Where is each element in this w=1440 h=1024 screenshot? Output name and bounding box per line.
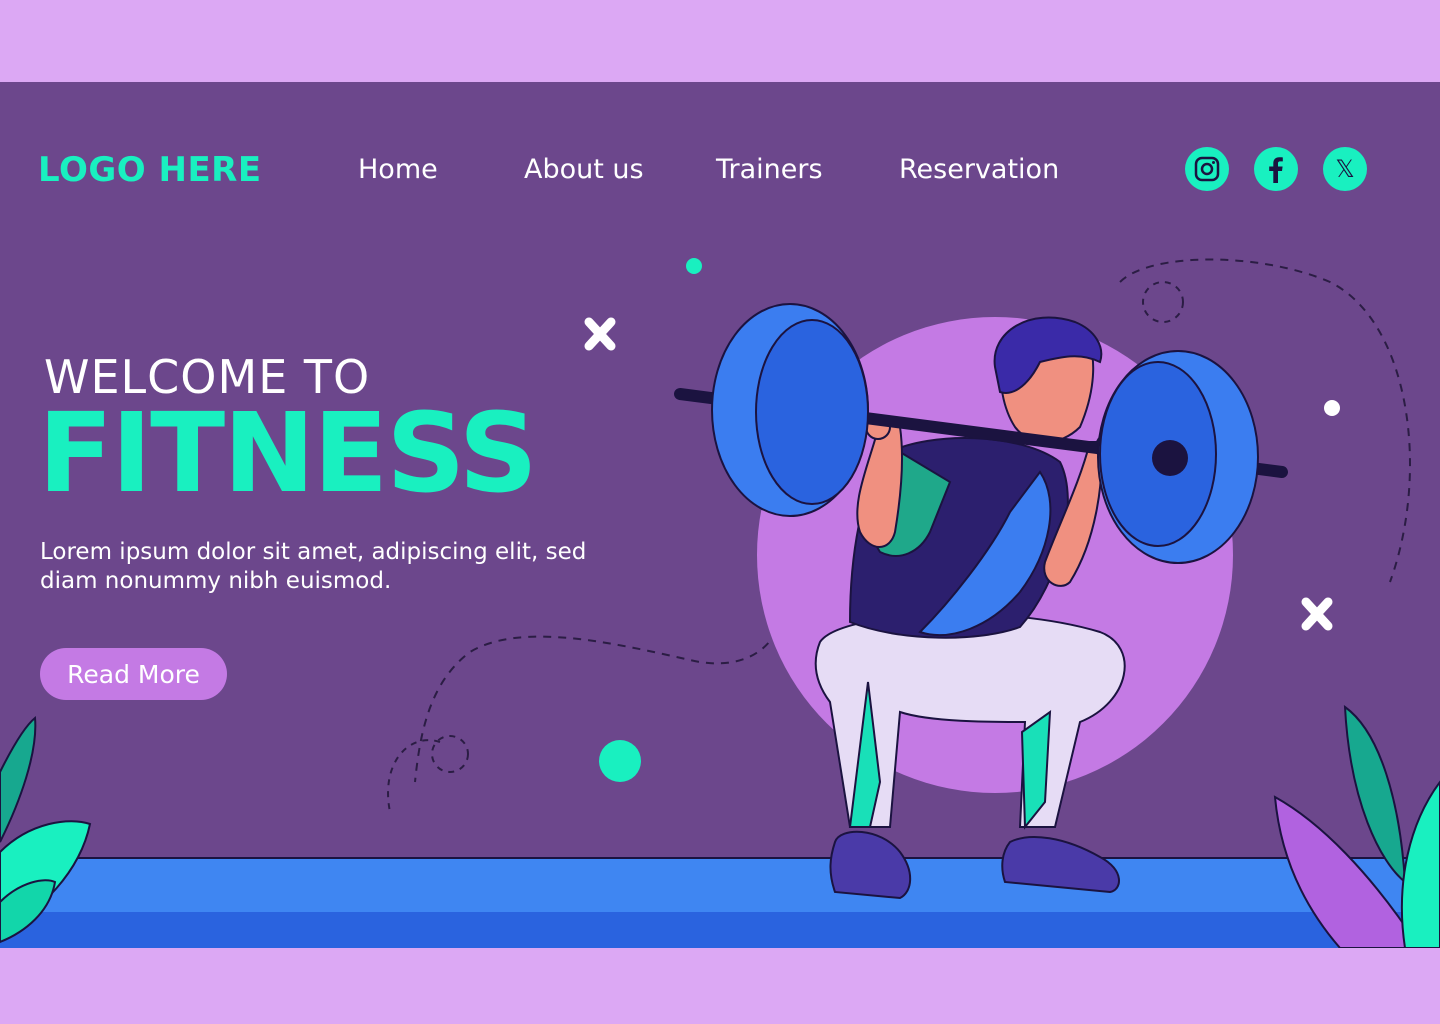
dot-decor	[1324, 400, 1340, 416]
x-twitter-icon: 𝕏	[1335, 155, 1355, 183]
nav-link-home[interactable]: Home	[358, 154, 438, 185]
instagram-icon	[1194, 156, 1220, 182]
dashed-curve-decor	[387, 739, 441, 813]
nav-link-reservation[interactable]: Reservation	[899, 154, 1059, 185]
instagram-button[interactable]	[1185, 147, 1229, 191]
landing-page: LOGO HERE Home About us Trainers Reserva…	[0, 82, 1440, 948]
cross-decor	[1301, 597, 1333, 631]
dot-decor	[599, 740, 641, 782]
floor-mat-edge	[0, 912, 1440, 948]
dot-decor	[686, 258, 702, 274]
facebook-icon	[1269, 157, 1283, 183]
read-more-button[interactable]: Read More	[40, 648, 227, 700]
x-twitter-button[interactable]: 𝕏	[1323, 147, 1367, 191]
cross-decor	[584, 317, 616, 351]
logo[interactable]: LOGO HERE	[38, 150, 262, 190]
dashed-ring-decor	[1142, 281, 1184, 323]
hero-body: Lorem ipsum dolor sit amet, adipiscing e…	[40, 539, 587, 594]
nav-link-trainers[interactable]: Trainers	[716, 154, 823, 185]
facebook-button[interactable]	[1254, 147, 1298, 191]
hero-title: FITNESS	[38, 389, 538, 517]
nav-link-about-us[interactable]: About us	[524, 154, 644, 185]
